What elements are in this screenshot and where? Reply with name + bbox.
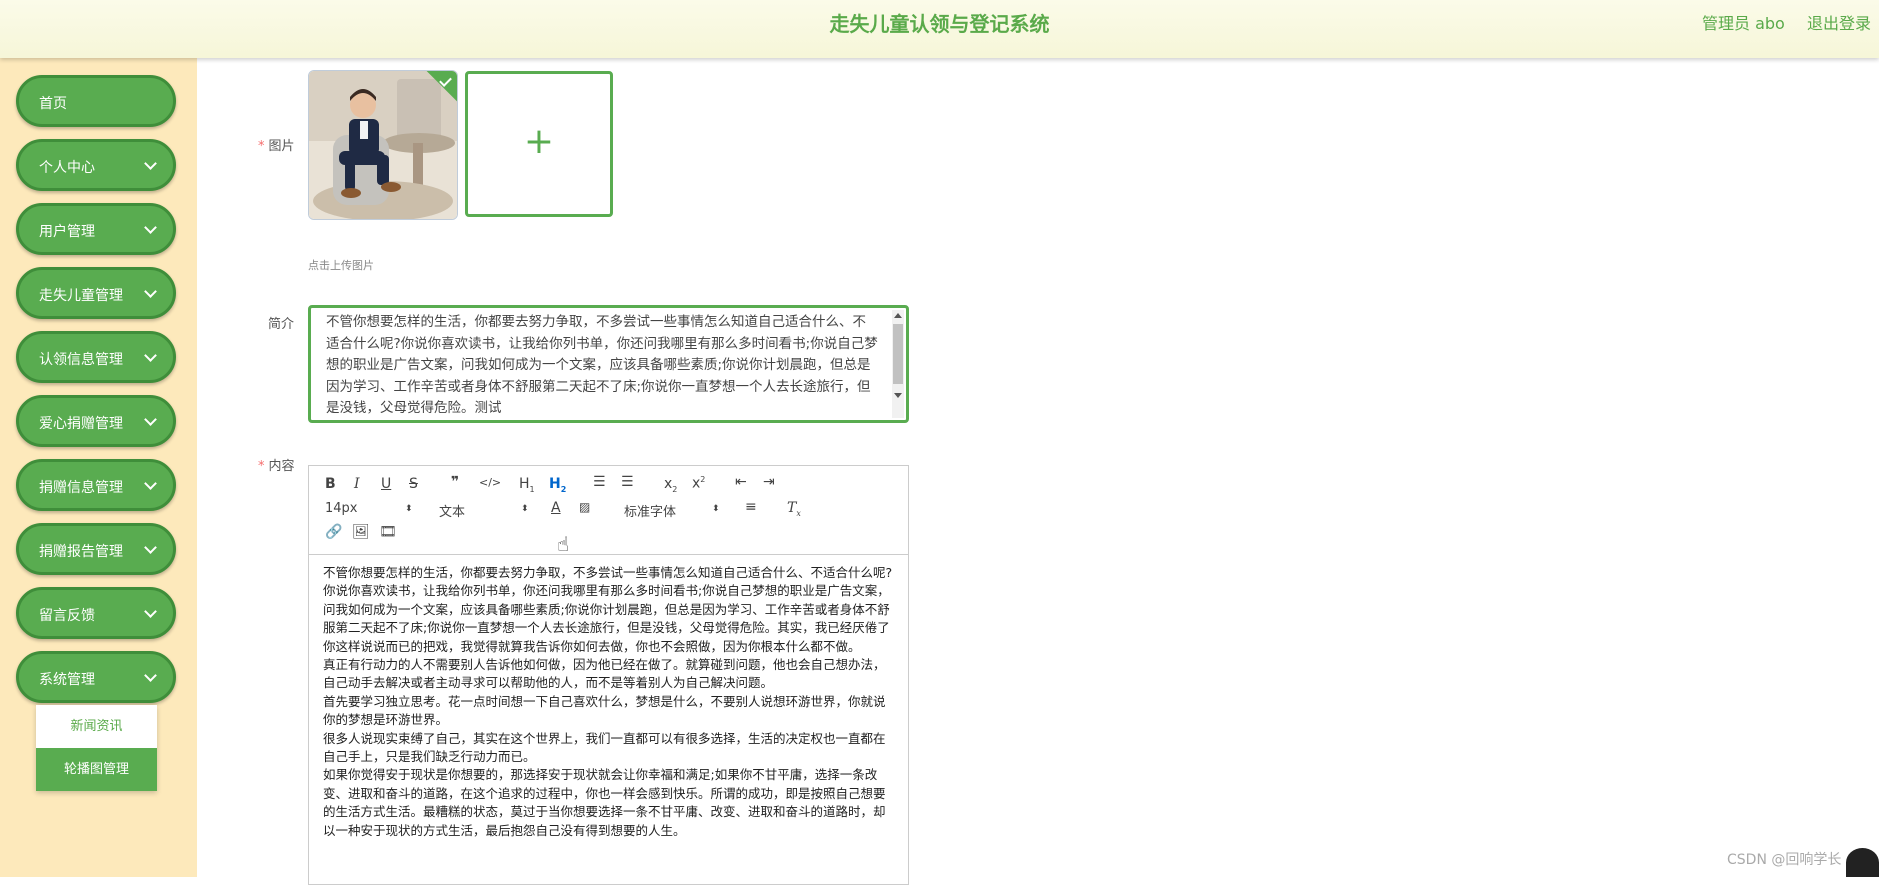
- uploaded-image-thumbnail[interactable]: [308, 70, 458, 220]
- sidebar-item-donation-info[interactable]: 捐赠信息管理: [16, 459, 176, 511]
- chevron-down-icon: [144, 349, 157, 362]
- textarea-scrollbar[interactable]: [892, 310, 904, 418]
- code-block-icon[interactable]: </>: [479, 476, 501, 489]
- editor-toolbar: B I U S ❞ </> H1 H2 ☰ ☰ x2 x2 ⇤ ⇥ 14px ⬍…: [309, 466, 908, 555]
- editor-paragraph: 真正有行动力的人不需要别人告诉他如何做，因为他已经在做了。就算碰到问题，他也会自…: [323, 656, 893, 693]
- heading-2-icon[interactable]: H2: [549, 476, 566, 494]
- italic-icon[interactable]: I: [354, 476, 360, 492]
- intro-text: 不管你想要怎样的生活，你都要去努力争取，不多尝试一些事情怎么知道自己适合什么、不…: [326, 312, 878, 420]
- admin-name: 管理员 abo: [1702, 10, 1785, 34]
- sidebar-item-label: 首页: [39, 93, 67, 113]
- font-size-value: 14px: [325, 501, 358, 516]
- top-header: 走失儿童认领与登记系统 管理员 abo 退出登录: [0, 0, 1879, 58]
- heading-1-icon[interactable]: H1: [519, 476, 535, 494]
- indent-icon[interactable]: ⇥: [763, 474, 775, 490]
- background-color-icon[interactable]: ▨: [579, 500, 590, 514]
- font-family-picker[interactable]: 标准字体 ⬍: [624, 501, 720, 520]
- editor-paragraph: 你说你喜欢读书，让我给你列书单，你还问我哪里有那么多时间看书;你说自己梦想的职业…: [323, 582, 893, 656]
- link-icon[interactable]: 🔗: [325, 524, 342, 540]
- submenu-item-news[interactable]: 新闻资讯: [36, 705, 157, 748]
- chevron-down-icon: [144, 605, 157, 618]
- watermark: CSDN @回响学长: [1727, 849, 1841, 869]
- plus-icon: +: [468, 124, 610, 160]
- system-title: 走失儿童认领与登记系统: [0, 8, 1879, 37]
- chevron-down-icon: [144, 669, 157, 682]
- font-size-picker[interactable]: 14px ⬍: [325, 501, 415, 516]
- sidebar-item-label: 走失儿童管理: [39, 285, 123, 305]
- sidebar-item-label: 认领信息管理: [39, 349, 123, 369]
- video-icon[interactable]: 🎞: [379, 524, 397, 540]
- intro-textarea[interactable]: 不管你想要怎样的生活，你都要去努力争取，不多尝试一些事情怎么知道自己适合什么、不…: [308, 305, 909, 423]
- scroll-thumb[interactable]: [893, 324, 903, 384]
- chevron-down-icon: [144, 157, 157, 170]
- upload-image-button[interactable]: +: [465, 71, 613, 217]
- subscript-icon[interactable]: x2: [664, 476, 677, 494]
- sidebar-item-label: 个人中心: [39, 157, 95, 177]
- chevron-down-icon: [144, 221, 157, 234]
- editor-content[interactable]: 不管你想要怎样的生活，你都要去努力争取，不多尝试一些事情怎么知道自己适合什么、不…: [323, 564, 893, 840]
- image-field-label: *图片: [258, 135, 295, 154]
- sidebar-item-label: 爱心捐赠管理: [39, 413, 123, 433]
- bold-icon[interactable]: B: [325, 476, 336, 492]
- editor-paragraph: 如果你觉得安于现状是你想要的，那选择安于现状就会让你幸福和满足;如果你不甘平庸，…: [323, 766, 893, 840]
- align-icon[interactable]: ≡: [745, 499, 757, 515]
- sidebar-item-missing-children[interactable]: 走失儿童管理: [16, 267, 176, 319]
- superscript-icon[interactable]: x2: [692, 475, 705, 492]
- font-color-icon[interactable]: A: [551, 500, 561, 516]
- editor-paragraph: 首先要学习独立思考。花一点时间想一下自己喜欢什么，梦想是什么，不要别人说想环游世…: [323, 693, 893, 730]
- picker-arrows-icon: ⬍: [712, 501, 720, 517]
- blockquote-icon[interactable]: ❞: [451, 474, 459, 490]
- picker-arrows-icon: ⬍: [521, 501, 529, 517]
- required-asterisk: *: [258, 139, 265, 154]
- bullet-list-icon[interactable]: ☰: [621, 474, 634, 490]
- font-family-value: 标准字体: [624, 505, 676, 520]
- system-submenu: 新闻资讯 轮播图管理: [36, 705, 157, 791]
- child-photo: [309, 71, 457, 219]
- sidebar-item-donation-report[interactable]: 捐赠报告管理: [16, 523, 176, 575]
- sidebar-item-label: 捐赠报告管理: [39, 541, 123, 561]
- sidebar-item-personal-center[interactable]: 个人中心: [16, 139, 176, 191]
- sidebar-item-system-management[interactable]: 系统管理: [16, 651, 176, 703]
- content-field-label: *内容: [258, 455, 295, 474]
- sidebar-item-user-management[interactable]: 用户管理: [16, 203, 176, 255]
- intro-field-label: 简介: [268, 313, 294, 332]
- picker-arrows-icon: ⬍: [405, 501, 413, 517]
- scroll-up-icon[interactable]: [894, 313, 902, 318]
- chevron-down-icon: [144, 413, 157, 426]
- avatar: [1846, 848, 1879, 877]
- outdent-icon[interactable]: ⇤: [735, 474, 747, 490]
- chevron-down-icon: [144, 541, 157, 554]
- sidebar-item-claim-info[interactable]: 认领信息管理: [16, 331, 176, 383]
- sidebar-item-label: 捐赠信息管理: [39, 477, 123, 497]
- editor-paragraph: 不管你想要怎样的生活，你都要去努力争取，不多尝试一些事情怎么知道自己适合什么、不…: [323, 564, 893, 582]
- strikethrough-icon[interactable]: S: [409, 476, 418, 492]
- upload-hint: 点击上传图片: [308, 257, 374, 273]
- image-icon[interactable]: 🖼: [352, 524, 370, 540]
- editor-paragraph: 很多人说现实束缚了自己，其实在这个世界上，我们一直都可以有很多选择，生活的决定权…: [323, 730, 893, 767]
- required-asterisk: *: [258, 459, 265, 474]
- logout-link[interactable]: 退出登录: [1807, 10, 1871, 34]
- sidebar-item-feedback[interactable]: 留言反馈: [16, 587, 176, 639]
- hand-cursor-icon: ☝: [557, 532, 569, 556]
- sidebar-item-home[interactable]: 首页: [16, 75, 176, 127]
- chevron-down-icon: [144, 285, 157, 298]
- clear-format-icon[interactable]: Tx: [787, 500, 801, 518]
- ordered-list-icon[interactable]: ☰: [593, 474, 606, 490]
- submenu-item-carousel[interactable]: 轮播图管理: [36, 748, 157, 791]
- sidebar-item-charity-donation[interactable]: 爱心捐赠管理: [16, 395, 176, 447]
- chevron-down-icon: [144, 477, 157, 490]
- text-format-value: 文本: [439, 505, 465, 520]
- scroll-down-icon[interactable]: [894, 393, 902, 398]
- rich-text-editor: B I U S ❞ </> H1 H2 ☰ ☰ x2 x2 ⇤ ⇥ 14px ⬍…: [308, 465, 909, 885]
- text-format-picker[interactable]: 文本 ⬍: [439, 501, 529, 520]
- sidebar-item-label: 用户管理: [39, 221, 95, 241]
- sidebar-item-label: 系统管理: [39, 669, 95, 689]
- sidebar-item-label: 留言反馈: [39, 605, 95, 625]
- underline-icon[interactable]: U: [381, 476, 391, 492]
